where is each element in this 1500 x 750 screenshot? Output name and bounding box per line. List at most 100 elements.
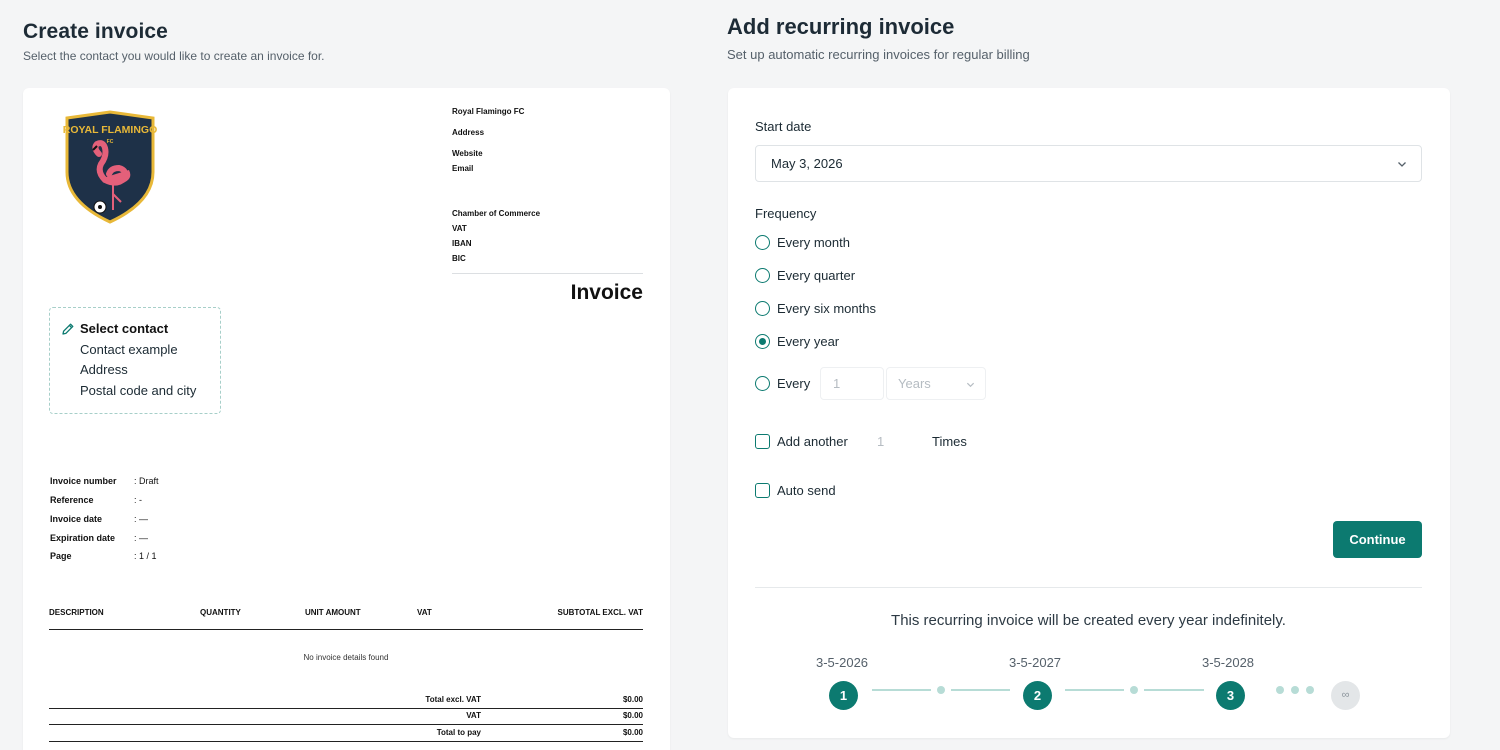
radio-label: Every year (777, 334, 840, 349)
chevron-down-icon (966, 382, 975, 388)
custom-interval-input[interactable]: 1 (820, 367, 884, 400)
auto-send-label: Auto send (777, 483, 836, 498)
company-bic: BIC (452, 254, 466, 263)
contact-city: Postal code and city (80, 383, 197, 398)
start-date-value: May 3, 2026 (771, 156, 843, 171)
continue-button[interactable]: Continue (1333, 521, 1422, 558)
total-value: $0.00 (622, 728, 643, 737)
chevron-down-icon (1398, 162, 1406, 167)
company-iban: IBAN (452, 239, 472, 248)
col-vat: VAT (417, 608, 432, 617)
timeline-step: 2 (1023, 681, 1052, 710)
start-date-label: Start date (755, 119, 812, 134)
custom-interval-value: 1 (833, 376, 841, 391)
radio-label: Every month (777, 235, 850, 250)
invoice-preview: ROYAL FLAMINGO FC Royal Flamingo FC Addr… (23, 88, 670, 750)
col-unit-amount: UNIT AMOUNT (305, 608, 361, 617)
contact-name: Contact example (80, 342, 178, 357)
recurring-header: Add recurring invoice Set up automatic r… (727, 14, 1030, 62)
total-label: Total excl. VAT (425, 695, 481, 704)
meta-row: Reference : - (50, 495, 142, 505)
timeline-dot (1130, 686, 1138, 694)
timeline-connector (1065, 689, 1124, 691)
meta-row: Invoice date : — (50, 514, 148, 524)
crest-subtext: FC (107, 139, 114, 145)
radio-button[interactable] (755, 376, 770, 391)
divider (452, 273, 643, 274)
col-description: DESCRIPTION (49, 608, 104, 617)
meta-value: : 1 / 1 (134, 551, 157, 561)
checkbox[interactable] (755, 434, 770, 449)
meta-label: Expiration date (50, 533, 116, 543)
recurring-form: Start date May 3, 2026 Frequency Every m… (728, 88, 1450, 738)
crest-text: ROYAL FLAMINGO (63, 124, 157, 136)
add-another-input[interactable]: 1 (877, 434, 884, 449)
meta-row: Expiration date : — (50, 533, 148, 543)
radio-label: Every (777, 376, 811, 391)
select-contact-title: Select contact (80, 321, 169, 336)
company-chamber: Chamber of Commerce (452, 209, 541, 218)
radio-label: Every quarter (777, 268, 856, 283)
timeline-connector (1144, 689, 1204, 691)
recurring-title: Add recurring invoice (727, 14, 955, 39)
custom-unit-select[interactable]: Years (886, 367, 986, 400)
totals-rule (49, 724, 643, 725)
radio-button[interactable] (755, 235, 770, 250)
recurrence-summary: This recurring invoice will be created e… (891, 612, 1286, 629)
meta-value: : — (134, 533, 149, 543)
radio-button[interactable] (755, 268, 770, 283)
total-value: $0.00 (622, 695, 643, 704)
company-name: Royal Flamingo FC (452, 107, 525, 116)
company-vat: VAT (452, 224, 467, 233)
page-subtitle: Select the contact you would like to cre… (23, 49, 325, 63)
meta-label: Invoice number (50, 476, 117, 486)
company-email: Email (452, 164, 474, 173)
company-website: Website (452, 149, 483, 158)
timeline-dot (937, 686, 945, 694)
radio-label: Every six months (777, 301, 876, 316)
page-title: Create invoice (23, 20, 168, 43)
company-address: Address (452, 128, 485, 137)
timeline-dot (1306, 686, 1314, 694)
select-contact-box[interactable]: Select contact Contact example Address P… (49, 307, 221, 414)
start-date-select[interactable]: May 3, 2026 (755, 145, 1422, 182)
infinity-icon: ∞ (1331, 681, 1360, 710)
total-value: $0.00 (622, 711, 643, 720)
meta-label: Page (50, 551, 72, 561)
times-label: Times (932, 434, 967, 449)
contact-address: Address (80, 362, 128, 377)
radio-button-selected[interactable] (755, 334, 770, 349)
timeline-step: 1 (829, 681, 858, 710)
table-header-rule (49, 629, 643, 630)
totals-rule (49, 708, 643, 709)
club-crest-logo: ROYAL FLAMINGO FC (63, 110, 157, 224)
meta-label: Reference (50, 495, 94, 505)
custom-unit-value: Years (898, 376, 931, 391)
timeline-dot (1276, 686, 1284, 694)
timeline-connector (872, 689, 931, 691)
meta-label: Invoice date (50, 514, 103, 524)
invoice-doc-title: Invoice (570, 281, 643, 304)
meta-value: : Draft (134, 476, 159, 486)
meta-value: : - (134, 495, 142, 505)
col-subtotal: SUBTOTAL EXCL. VAT (557, 608, 643, 617)
create-invoice-header: Create invoice Select the contact you wo… (23, 20, 325, 63)
timeline-connector (951, 689, 1010, 691)
meta-row: Invoice number : Draft (50, 476, 159, 486)
radio-button[interactable] (755, 301, 770, 316)
meta-value: : — (134, 514, 149, 524)
totals-rule (49, 741, 643, 742)
add-another-label: Add another (777, 434, 848, 449)
empty-table-message: No invoice details found (303, 653, 389, 662)
recurring-subtitle: Set up automatic recurring invoices for … (727, 47, 1030, 62)
checkbox[interactable] (755, 483, 770, 498)
timeline-date: 3-5-2026 (816, 655, 869, 670)
divider (755, 587, 1422, 588)
timeline-date: 3-5-2028 (1202, 655, 1255, 670)
frequency-label: Frequency (755, 206, 817, 221)
timeline-step: 3 (1216, 681, 1245, 710)
timeline-date: 3-5-2027 (1009, 655, 1062, 670)
pencil-icon (62, 323, 74, 335)
col-quantity: QUANTITY (200, 608, 241, 617)
meta-row: Page : 1 / 1 (50, 551, 157, 561)
